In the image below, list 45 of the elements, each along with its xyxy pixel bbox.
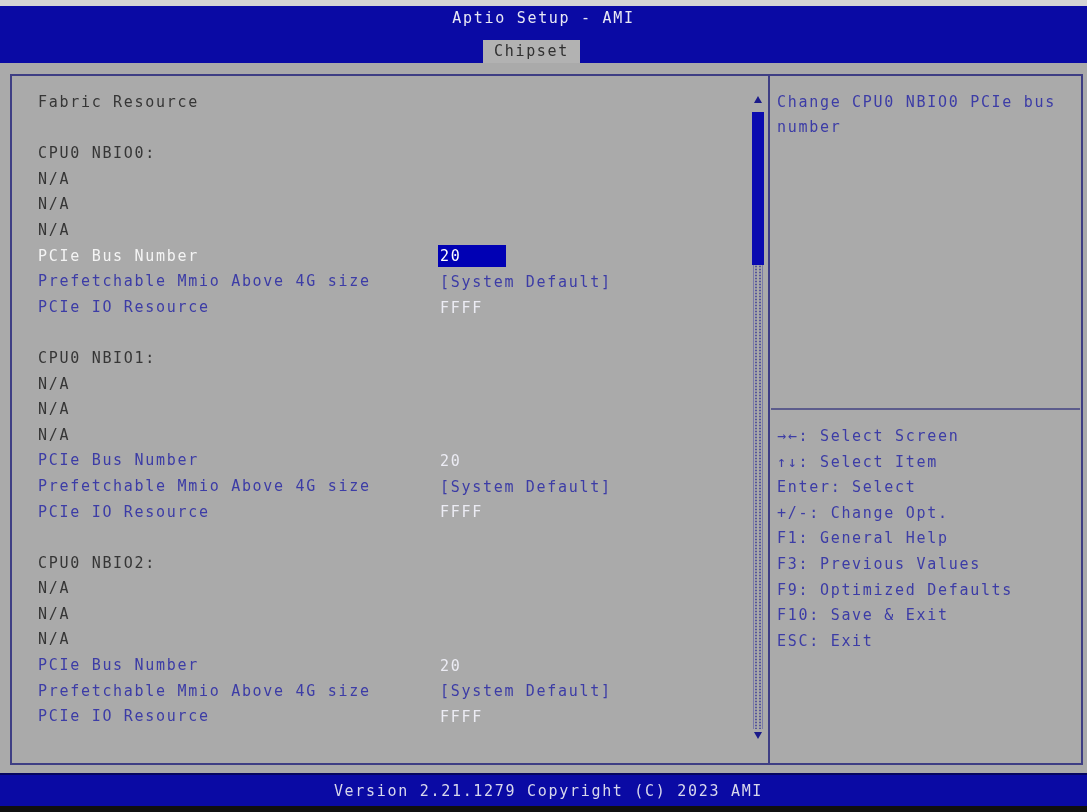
- group-heading: CPU0 NBIO1:: [38, 347, 157, 369]
- info-text: N/A: [38, 629, 71, 651]
- setting-value: [System Default]: [439, 476, 613, 498]
- setting-value: FFFF: [439, 502, 484, 524]
- key-hint: F10: Save & Exit: [777, 605, 949, 627]
- key-hint: →←: Select Screen: [777, 426, 960, 447]
- setting-value: 20: [439, 655, 463, 677]
- group-heading: CPU0 NBIO0:: [38, 143, 157, 165]
- setting-value: 20: [439, 451, 463, 473]
- info-text: N/A: [38, 168, 71, 190]
- info-text: N/A: [38, 194, 71, 216]
- setting-label[interactable]: Prefetchable Mmio Above 4G size: [38, 473, 371, 500]
- tab[interactable]: Chipset: [482, 40, 581, 63]
- setting-value: 20: [438, 245, 506, 268]
- version-text: Version 2.21.1279 Copyright (C) 2023 AMI: [332, 780, 764, 802]
- group-heading: CPU0 NBIO2:: [38, 552, 157, 574]
- setting-value: FFFF: [439, 297, 484, 319]
- setting-label[interactable]: PCIe IO Resource: [38, 499, 210, 526]
- info-text: N/A: [38, 219, 71, 241]
- setting-label[interactable]: PCIe IO Resource: [38, 294, 210, 321]
- info-text: N/A: [38, 578, 71, 600]
- info-text: N/A: [38, 603, 71, 625]
- section-title: Fabric Resource: [38, 92, 199, 113]
- key-hint: F3: Previous Values: [777, 553, 981, 575]
- key-hint: +/-: Change Opt.: [777, 502, 949, 524]
- setting-value: [System Default]: [439, 271, 613, 293]
- scroll-down-icon: [754, 732, 762, 739]
- setting-value: FFFF: [439, 707, 484, 729]
- page-title: Aptio Setup - AMI: [452, 8, 635, 29]
- key-hint: F9: Optimized Defaults: [777, 579, 1014, 601]
- setting-label[interactable]: Prefetchable Mmio Above 4G size: [38, 269, 371, 295]
- info-text: N/A: [38, 373, 71, 395]
- setting-label[interactable]: PCIe IO Resource: [38, 704, 210, 730]
- help-description: Change CPU0 NBIO0 PCIe bus number: [777, 92, 1057, 138]
- key-hint: F1: General Help: [777, 528, 949, 550]
- key-hint: ↑↓: Select Item: [777, 451, 938, 473]
- info-text: N/A: [38, 424, 71, 446]
- scroll-up-icon: [754, 96, 762, 103]
- setting-label[interactable]: Prefetchable Mmio Above 4G size: [38, 678, 371, 705]
- key-hint: Enter: Select: [777, 477, 917, 499]
- setting-label[interactable]: PCIe Bus Number: [38, 448, 199, 474]
- key-hint: ESC: Exit: [777, 630, 874, 652]
- setting-value: [System Default]: [439, 681, 613, 703]
- setting-label[interactable]: PCIe Bus Number: [38, 653, 199, 679]
- info-text: N/A: [38, 399, 71, 421]
